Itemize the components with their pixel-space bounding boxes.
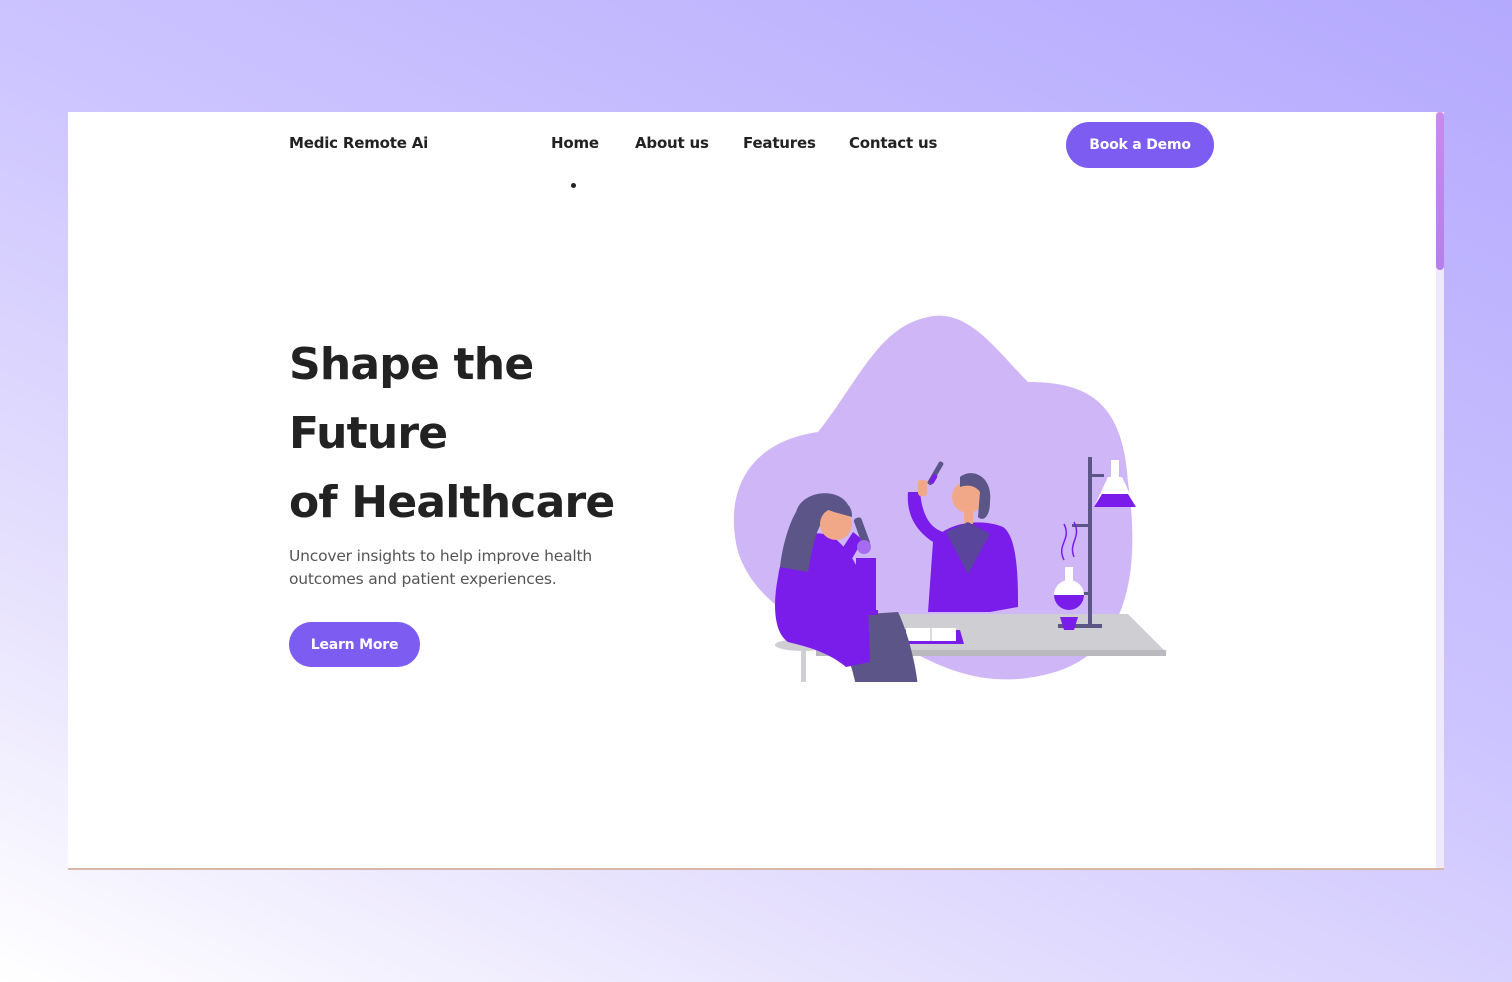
- active-nav-indicator: [571, 183, 576, 188]
- hero-title-line-2: Future: [289, 408, 448, 459]
- nav-item-home[interactable]: Home: [551, 134, 599, 152]
- book-demo-button[interactable]: Book a Demo: [1066, 122, 1214, 168]
- browser-page: Medic Remote Ai Home About us Features C…: [68, 112, 1444, 870]
- hero-title-line-1: Shape the: [289, 339, 534, 390]
- learn-more-button[interactable]: Learn More: [289, 622, 420, 667]
- nav-item-contact[interactable]: Contact us: [849, 134, 937, 152]
- page-scrollbar[interactable]: [1436, 112, 1444, 868]
- nav-item-features[interactable]: Features: [743, 134, 816, 152]
- hero-title-line-3: of Healthcare: [289, 477, 615, 528]
- lab-illustration: [733, 315, 1166, 682]
- nav-item-about[interactable]: About us: [635, 134, 709, 152]
- scrollbar-thumb[interactable]: [1436, 112, 1444, 270]
- brand-logo[interactable]: Medic Remote Ai: [289, 134, 428, 152]
- hero-title: Shape the Future of Healthcare: [289, 330, 649, 537]
- hero-subtitle: Uncover insights to help improve health …: [289, 547, 593, 588]
